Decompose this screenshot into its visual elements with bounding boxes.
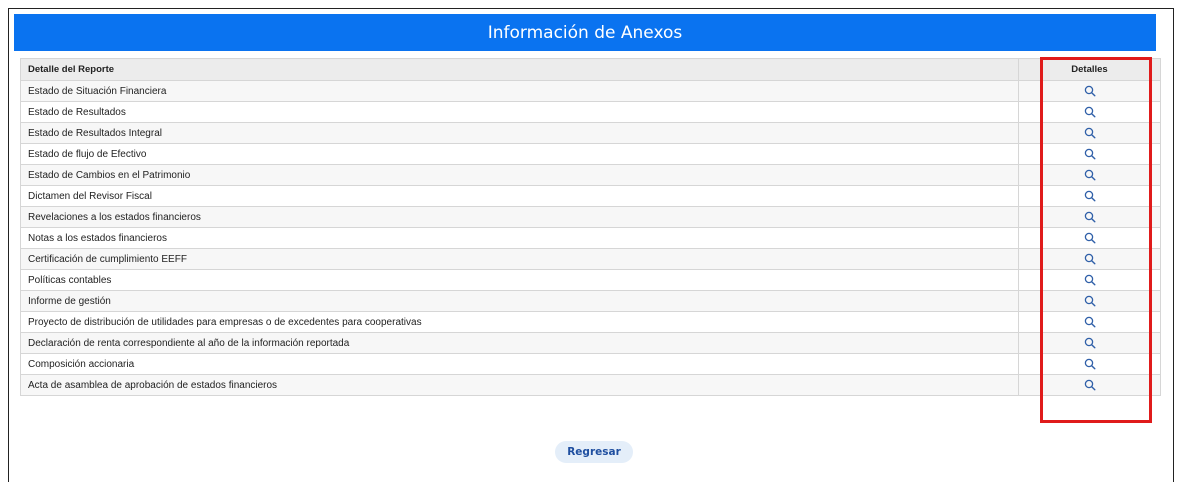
table-body: Estado de Situación Financiera Estado de … <box>20 80 1161 396</box>
search-icon[interactable] <box>1082 335 1098 351</box>
table-header-row: Detalle del Reporte Detalles <box>20 58 1161 81</box>
report-name-cell: Estado de Cambios en el Patrimonio <box>20 164 1019 186</box>
search-icon[interactable] <box>1082 167 1098 183</box>
report-name-cell: Declaración de renta correspondiente al … <box>20 332 1019 354</box>
table-row: Certificación de cumplimiento EEFF <box>20 248 1161 270</box>
details-cell <box>1018 332 1161 354</box>
column-header-details: Detalles <box>1018 58 1161 81</box>
table-row: Estado de Situación Financiera <box>20 80 1161 102</box>
details-cell <box>1018 374 1161 396</box>
annex-table: Detalle del Reporte Detalles Estado de S… <box>20 58 1161 396</box>
details-cell <box>1018 269 1161 291</box>
report-name-cell: Estado de Resultados <box>20 101 1019 123</box>
search-icon[interactable] <box>1082 356 1098 372</box>
details-cell <box>1018 185 1161 207</box>
search-icon[interactable] <box>1082 251 1098 267</box>
search-icon[interactable] <box>1082 314 1098 330</box>
search-icon[interactable] <box>1082 146 1098 162</box>
search-icon[interactable] <box>1082 125 1098 141</box>
search-icon[interactable] <box>1082 293 1098 309</box>
back-button[interactable]: Regresar <box>555 441 633 463</box>
search-icon[interactable] <box>1082 188 1098 204</box>
details-cell <box>1018 80 1161 102</box>
search-icon[interactable] <box>1082 209 1098 225</box>
report-name-cell: Políticas contables <box>20 269 1019 291</box>
details-cell <box>1018 122 1161 144</box>
details-cell <box>1018 206 1161 228</box>
report-name-cell: Estado de Resultados Integral <box>20 122 1019 144</box>
table-row: Revelaciones a los estados financieros <box>20 206 1161 228</box>
annex-table-container: Detalle del Reporte Detalles Estado de S… <box>20 58 1161 396</box>
report-name-cell: Informe de gestión <box>20 290 1019 312</box>
table-row: Estado de Cambios en el Patrimonio <box>20 164 1161 186</box>
details-cell <box>1018 164 1161 186</box>
search-icon[interactable] <box>1082 272 1098 288</box>
table-row: Acta de asamblea de aprobación de estado… <box>20 374 1161 396</box>
details-cell <box>1018 248 1161 270</box>
table-row: Proyecto de distribución de utilidades p… <box>20 311 1161 333</box>
table-row: Dictamen del Revisor Fiscal <box>20 185 1161 207</box>
report-name-cell: Estado de flujo de Efectivo <box>20 143 1019 165</box>
report-name-cell: Composición accionaria <box>20 353 1019 375</box>
search-icon[interactable] <box>1082 83 1098 99</box>
search-icon[interactable] <box>1082 230 1098 246</box>
table-row: Políticas contables <box>20 269 1161 291</box>
report-name-cell: Estado de Situación Financiera <box>20 80 1019 102</box>
report-name-cell: Dictamen del Revisor Fiscal <box>20 185 1019 207</box>
report-name-cell: Revelaciones a los estados financieros <box>20 206 1019 228</box>
report-name-cell: Certificación de cumplimiento EEFF <box>20 248 1019 270</box>
report-name-cell: Acta de asamblea de aprobación de estado… <box>20 374 1019 396</box>
details-cell <box>1018 290 1161 312</box>
page-title-bar: Información de Anexos <box>14 14 1156 51</box>
details-cell <box>1018 353 1161 375</box>
report-name-cell: Proyecto de distribución de utilidades p… <box>20 311 1019 333</box>
table-row: Informe de gestión <box>20 290 1161 312</box>
details-cell <box>1018 311 1161 333</box>
search-icon[interactable] <box>1082 104 1098 120</box>
table-row: Estado de flujo de Efectivo <box>20 143 1161 165</box>
table-row: Composición accionaria <box>20 353 1161 375</box>
table-row: Estado de Resultados Integral <box>20 122 1161 144</box>
table-row: Estado de Resultados <box>20 101 1161 123</box>
page-title: Información de Anexos <box>487 22 683 43</box>
column-header-report-detail: Detalle del Reporte <box>20 58 1019 81</box>
details-cell <box>1018 143 1161 165</box>
table-row: Declaración de renta correspondiente al … <box>20 332 1161 354</box>
details-cell <box>1018 101 1161 123</box>
table-row: Notas a los estados financieros <box>20 227 1161 249</box>
search-icon[interactable] <box>1082 377 1098 393</box>
details-cell <box>1018 227 1161 249</box>
report-name-cell: Notas a los estados financieros <box>20 227 1019 249</box>
